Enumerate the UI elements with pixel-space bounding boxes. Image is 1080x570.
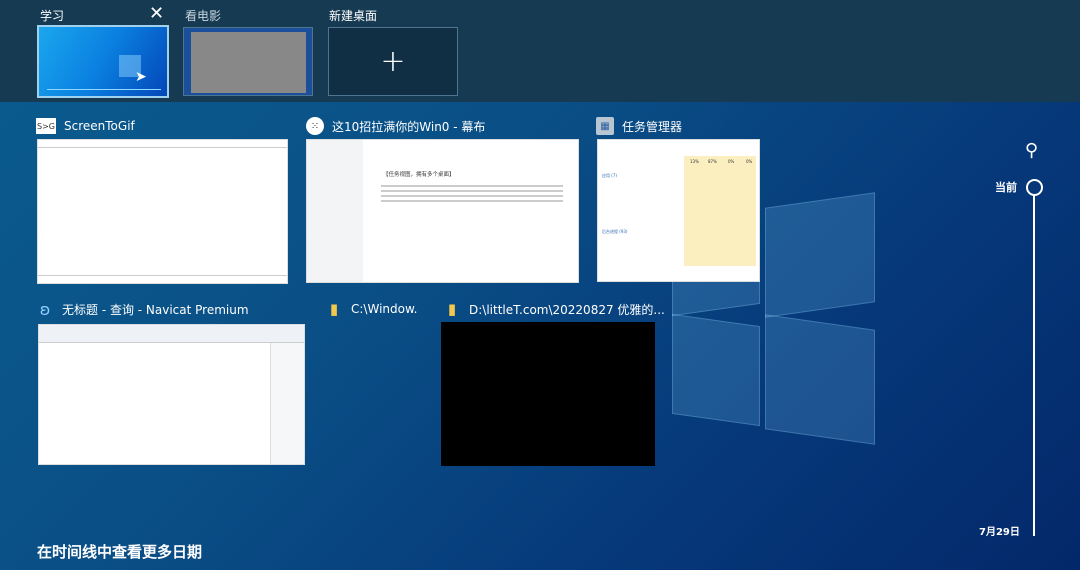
window-navicat[interactable]: ʚ 无标题 - 查询 - Navicat Premium	[36, 299, 249, 319]
mem-value: 87%	[708, 159, 717, 164]
navicat-icon: ʚ	[39, 299, 51, 319]
virtual-desktops-bar: 学习 ✕ ➤ 看电影 新建桌面 +	[0, 0, 1080, 102]
window-thumb-screentogif[interactable]	[37, 139, 288, 284]
desktop-thumb-study[interactable]: ➤	[37, 25, 169, 98]
window-title: 无标题 - 查询 - Navicat Premium	[62, 302, 249, 317]
desktop-label: 学习	[40, 9, 65, 23]
desktop-label: 新建桌面	[329, 9, 378, 23]
window-title: D:\littleT.com\20220827 优雅的...	[469, 302, 665, 317]
mubu-icon: ⁙	[306, 117, 324, 135]
folder-icon: ▮	[329, 300, 339, 318]
folder-icon: ▮	[447, 300, 457, 318]
disk-value: 0%	[728, 159, 735, 164]
window-title: 任务管理器	[622, 119, 683, 134]
window-thumb-d-littlet[interactable]	[441, 322, 655, 466]
window-thumb-navicat[interactable]	[38, 324, 305, 465]
window-c-windows[interactable]: ▮ C:\Window.	[325, 300, 418, 318]
apps-group: 应用 (7)	[602, 173, 617, 178]
timeline-date-label: 7月29日	[979, 527, 1020, 538]
cpu-value: 13%	[690, 159, 699, 164]
window-thumb-mubu[interactable]: 【任务视图，拥有多个桌面】	[306, 139, 579, 283]
close-desktop-icon[interactable]: ✕	[149, 3, 164, 24]
more-dates-link[interactable]: 在时间线中查看更多日期	[37, 541, 202, 562]
bg-group: 后台进程 (93)	[602, 229, 628, 234]
task-manager-icon: ▦	[596, 117, 614, 135]
timeline-scrollbar[interactable]	[1033, 196, 1035, 536]
search-icon[interactable]: ⚲	[1025, 140, 1038, 161]
desktop-thumb-movie[interactable]	[183, 27, 313, 96]
mubu-heading: 【任务视图，拥有多个桌面】	[383, 172, 455, 178]
window-mubu[interactable]: ⁙ 这10招拉满你的Win0 - 幕布	[306, 117, 485, 135]
net-value: 0%	[746, 159, 753, 164]
window-task-manager[interactable]: ▦ 任务管理器	[596, 117, 682, 135]
cursor-icon: ➤	[135, 69, 147, 85]
window-thumb-task-manager[interactable]: 13% 87% 0% 0% 应用 (7) 后台进程 (93)	[597, 139, 760, 282]
window-title: 这10招拉满你的Win0 - 幕布	[332, 119, 486, 134]
desktop-label: 看电影	[185, 9, 222, 23]
timeline-current-label: 当前	[995, 181, 1017, 194]
window-screentogif[interactable]: S>G ScreenToGif	[36, 118, 135, 134]
window-title: C:\Window.	[351, 302, 418, 316]
window-title: ScreenToGif	[64, 119, 135, 133]
plus-icon: +	[380, 44, 406, 79]
timeline-current-marker[interactable]	[1026, 179, 1043, 196]
window-d-littlet[interactable]: ▮ D:\littleT.com\20220827 优雅的...	[443, 300, 665, 318]
new-desktop-button[interactable]: +	[328, 27, 458, 96]
screentogif-icon: S>G	[36, 118, 56, 134]
